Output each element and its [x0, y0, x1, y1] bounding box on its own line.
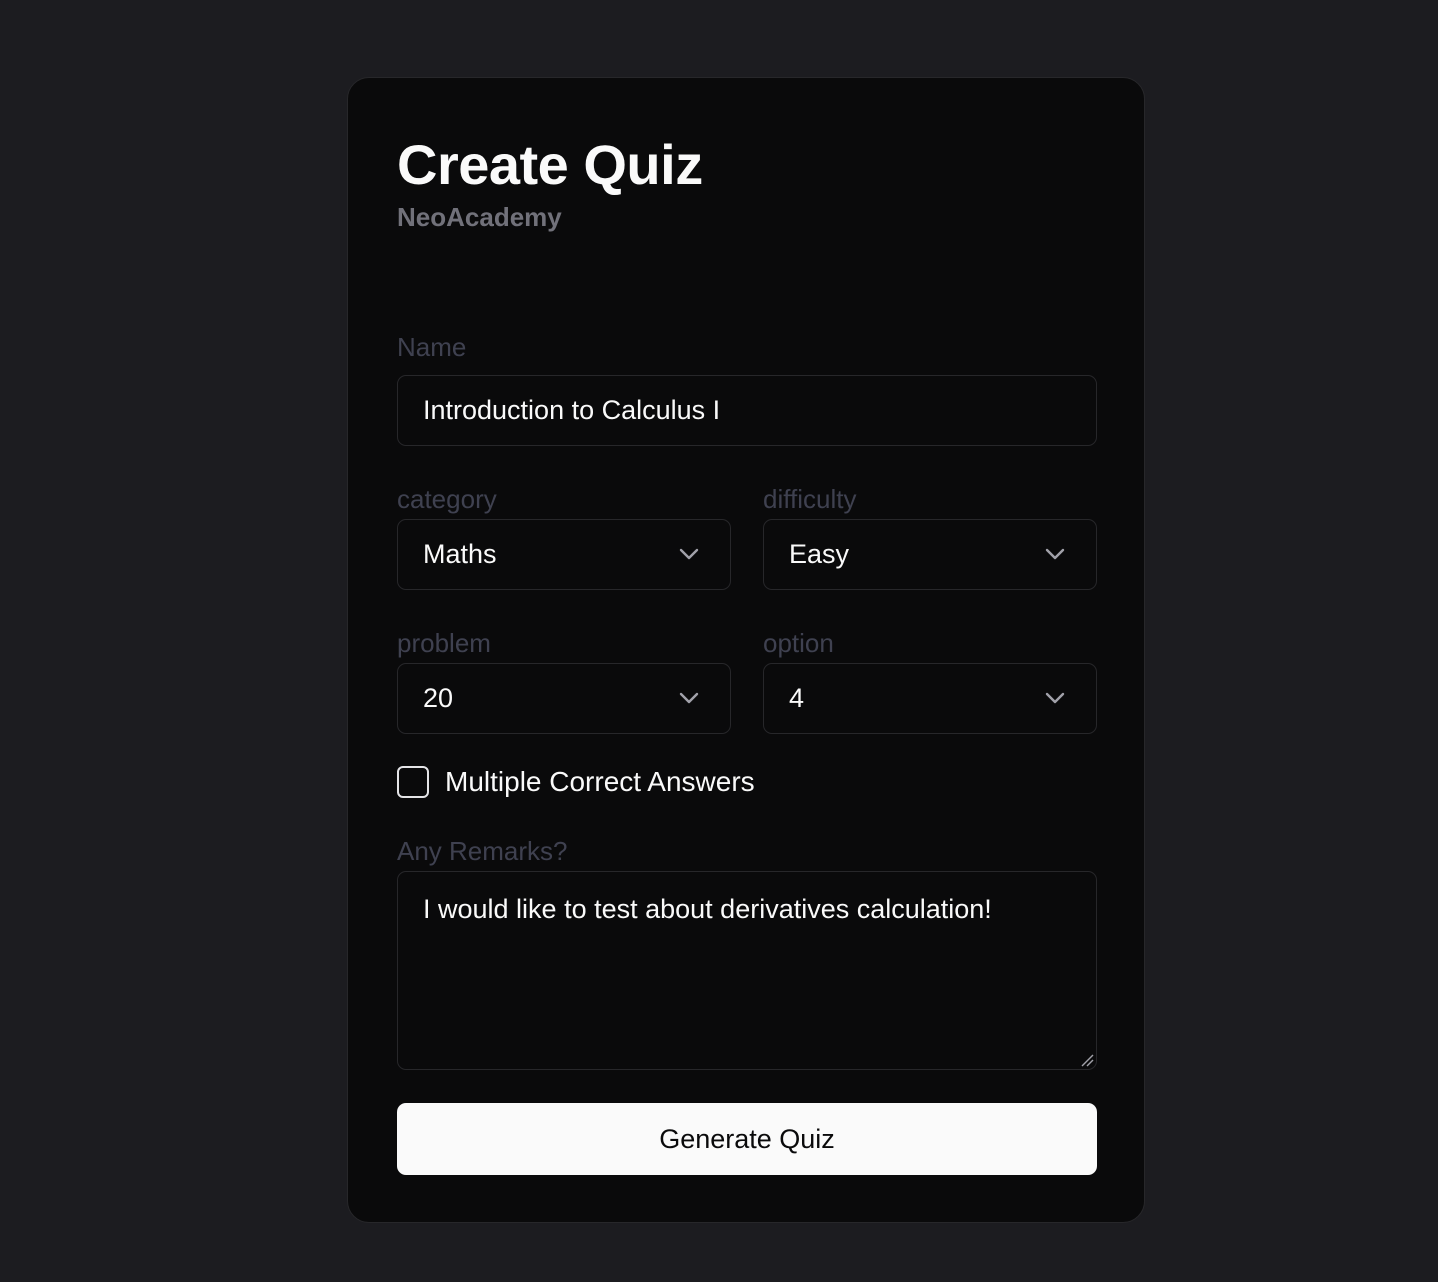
generate-quiz-button[interactable]: Generate Quiz: [397, 1103, 1097, 1175]
name-label: Name: [397, 332, 467, 362]
resize-handle-icon[interactable]: [1080, 1053, 1094, 1067]
chevron-down-icon: [1045, 692, 1065, 704]
option-select-value: 4: [789, 683, 805, 713]
chevron-down-icon: [679, 548, 699, 560]
page-subtitle: NeoAcademy: [397, 202, 562, 232]
category-select[interactable]: Maths: [397, 519, 731, 590]
remarks-textarea[interactable]: I would like to test about derivatives c…: [397, 871, 1097, 1070]
remarks-textarea-value: I would like to test about derivatives c…: [423, 894, 992, 924]
name-input[interactable]: Introduction to Calculus I: [397, 375, 1097, 446]
chevron-down-icon: [679, 692, 699, 704]
option-label: option: [763, 628, 834, 658]
difficulty-select[interactable]: Easy: [763, 519, 1097, 590]
category-select-value: Maths: [423, 539, 497, 569]
remarks-label: Any Remarks?: [397, 836, 568, 866]
difficulty-select-value: Easy: [789, 539, 850, 569]
problem-label: problem: [397, 628, 491, 658]
difficulty-label: difficulty: [763, 484, 857, 514]
name-input-value: Introduction to Calculus I: [423, 395, 721, 425]
problem-select-value: 20: [423, 683, 454, 713]
page-title: Create Quiz: [397, 133, 703, 196]
option-select[interactable]: 4: [763, 663, 1097, 734]
problem-select[interactable]: 20: [397, 663, 731, 734]
multiple-correct-label[interactable]: Multiple Correct Answers: [445, 768, 755, 796]
create-quiz-card: Create Quiz NeoAcademy Name Introduction…: [347, 77, 1145, 1223]
category-label: category: [397, 484, 497, 514]
chevron-down-icon: [1045, 548, 1065, 560]
multiple-correct-checkbox[interactable]: [397, 766, 429, 798]
